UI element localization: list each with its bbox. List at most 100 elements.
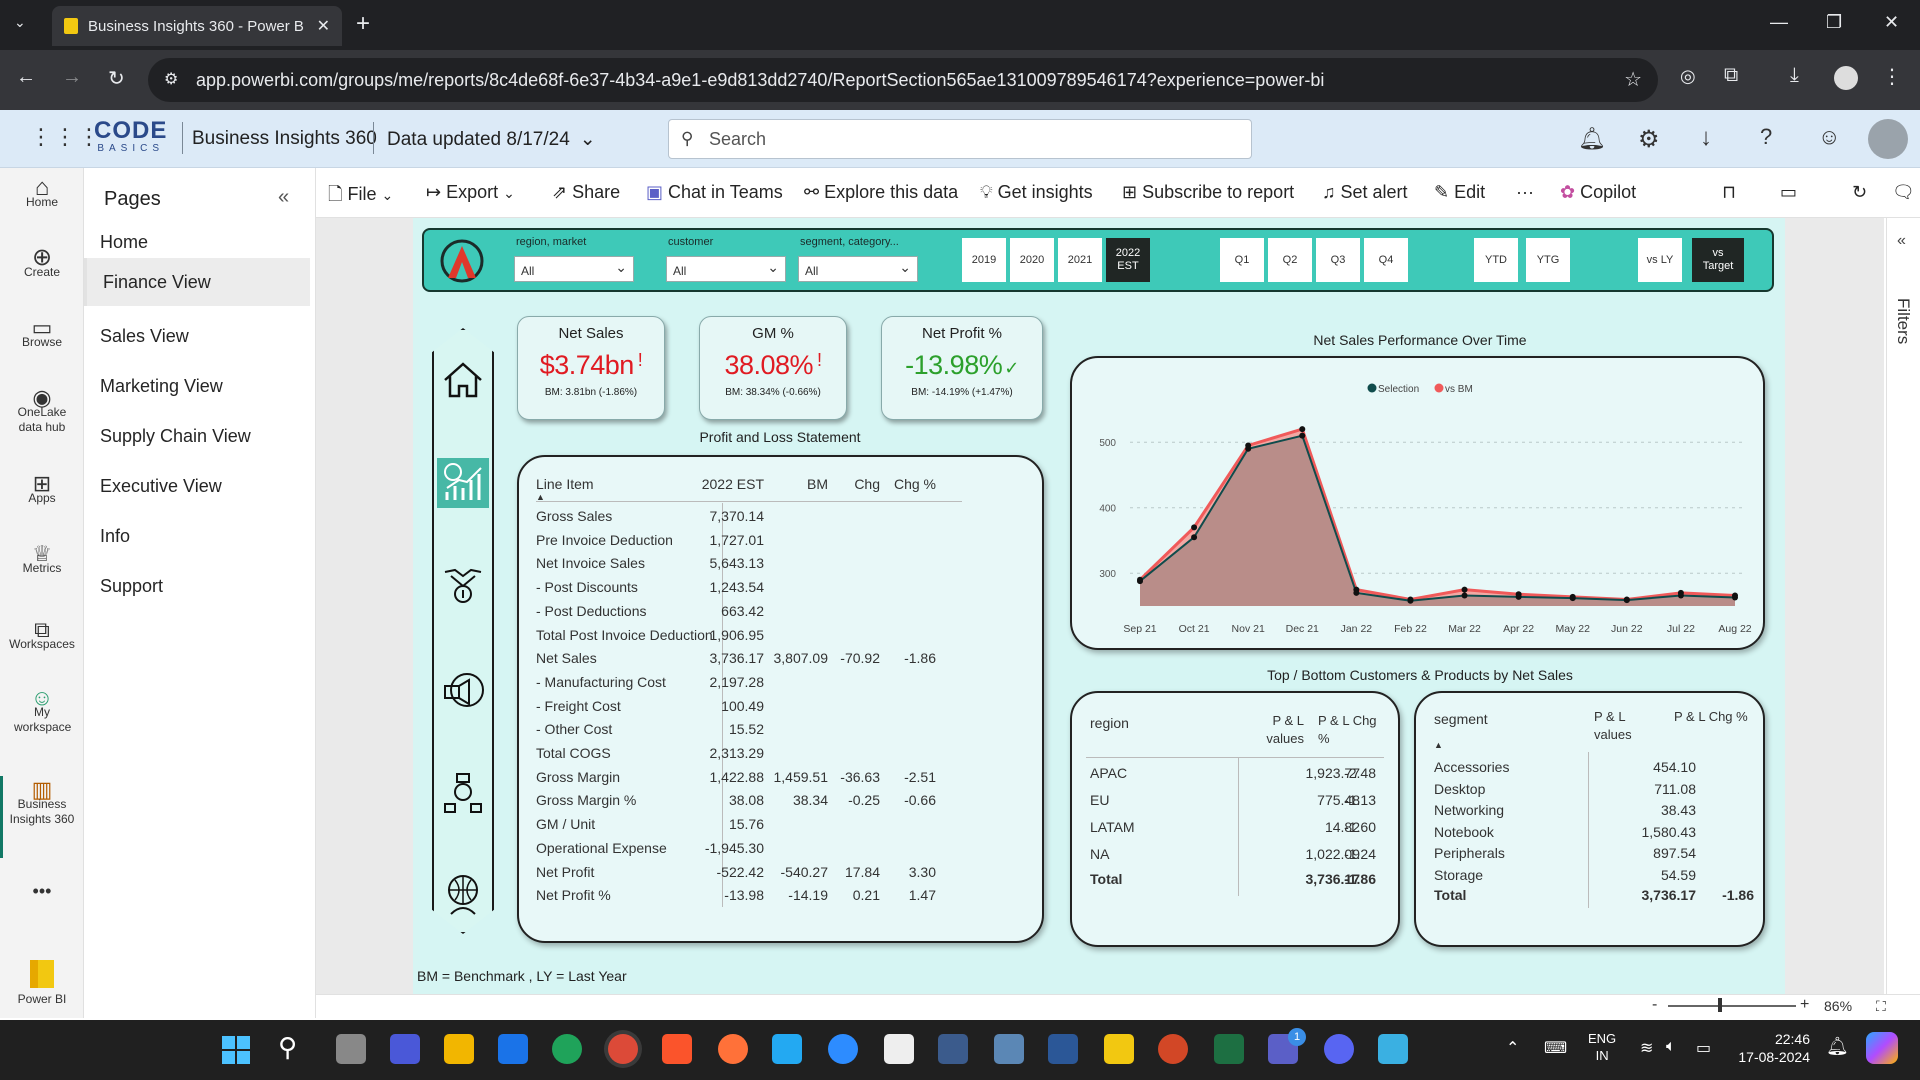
filter-segment-dropdown[interactable]: All ⌄ [798,256,918,282]
page-support[interactable]: Support [84,562,310,610]
rail-more[interactable]: ••• [0,882,84,900]
address-bar[interactable]: ⚙ app.powerbi.com/groups/me/reports/8c4d… [148,58,1658,102]
site-settings-icon[interactable]: ⚙ [164,69,178,89]
chart-point[interactable] [1191,534,1198,541]
year-2019-button[interactable]: 2019 [962,238,1006,282]
quarter-q4-button[interactable]: Q4 [1364,238,1408,282]
chart-point[interactable] [1299,432,1306,439]
nav-finance-icon[interactable] [437,458,489,508]
nav-sales-icon[interactable] [441,562,485,606]
chart-point[interactable] [1407,597,1414,604]
battery-icon[interactable]: ▭ [1696,1038,1711,1058]
wifi-icon[interactable]: ≋ [1640,1038,1653,1058]
nav-marketing-icon[interactable] [441,668,485,712]
search-input[interactable]: ⚲ Search [668,119,1252,159]
rail-browse[interactable]: ▭ Browse [0,317,84,350]
minimize-icon[interactable]: — [1770,12,1788,33]
postgres-icon[interactable] [994,1034,1024,1064]
nav-home-icon[interactable] [441,358,485,402]
chart-point[interactable] [1461,586,1468,593]
chart-point[interactable] [1569,595,1576,602]
show-hidden-icons[interactable]: ⌃ [1506,1038,1519,1058]
zoom-in-icon[interactable]: + [1800,996,1809,1014]
legend-label[interactable]: Selection [1378,384,1419,395]
export-menu[interactable]: ↦ Export ⌄ [426,182,515,203]
filters-pane-collapsed[interactable]: « Filters [1886,218,1920,1018]
region-header[interactable]: P & L Chg % [1318,712,1378,748]
keyboard-icon[interactable]: ⌨ [1544,1038,1567,1058]
ytg-button[interactable]: YTG [1526,238,1570,282]
notion-icon[interactable] [884,1034,914,1064]
edge-icon[interactable] [552,1034,582,1064]
rail-metrics[interactable]: ♕ Metrics [0,543,84,576]
zoom-icon[interactable] [828,1034,858,1064]
chart-point[interactable] [1677,592,1684,599]
page-sales-view[interactable]: Sales View [84,312,310,360]
page-supply-chain-view[interactable]: Supply Chain View [84,412,310,460]
vscode-icon[interactable] [772,1034,802,1064]
rail-apps[interactable]: ⊞ Apps [0,473,84,506]
powerpoint-icon[interactable] [1158,1034,1188,1064]
zoom-slider[interactable] [1668,1005,1796,1007]
subscribe-button[interactable]: ⊞ Subscribe to report [1122,182,1294,203]
segment-header[interactable]: P & L Chg % [1674,708,1754,726]
powerbi-taskbar-icon[interactable] [1104,1034,1134,1064]
file-menu[interactable]: 🗋︎ File ⌄ [328,182,393,212]
chrome-icon[interactable] [608,1034,638,1064]
copilot-taskbar-icon[interactable] [1866,1032,1898,1064]
fit-to-page-icon[interactable]: ⛶ [1876,998,1886,1015]
clock[interactable]: 22:46 17-08-2024 [1738,1030,1810,1066]
chart-point[interactable] [1299,426,1306,433]
feedback-icon[interactable]: ☺ [1818,124,1840,150]
rail-workspaces[interactable]: ⧉ Workspaces [0,619,84,652]
mail-icon[interactable] [498,1034,528,1064]
volume-icon[interactable]: 🔈︎ [1666,1038,1676,1056]
app-icon[interactable] [390,1034,420,1064]
nav-executive-icon[interactable] [441,872,485,916]
zoom-out-icon[interactable]: - [1652,996,1657,1014]
pl-header[interactable]: 2022 EST [702,476,764,492]
discord-icon[interactable] [1324,1034,1354,1064]
pl-header[interactable]: BM [807,476,828,492]
year-2021-button[interactable]: 2021 [1058,238,1102,282]
pl-header[interactable]: Chg [854,476,880,492]
chart-point[interactable] [1732,594,1738,601]
notification-center-icon[interactable]: 🔔︎ [1826,1036,1849,1057]
back-icon[interactable]: ← [16,66,36,89]
quarter-q3-button[interactable]: Q3 [1316,238,1360,282]
firefox-icon[interactable] [718,1034,748,1064]
restore-icon[interactable]: ❐ [1826,12,1842,33]
language-indicator[interactable]: ENG IN [1588,1030,1616,1064]
page-finance-view[interactable]: Finance View [84,258,310,306]
refresh-icon[interactable]: ↻ [1852,182,1867,203]
extensions-icon[interactable]: ⧉ [1724,64,1738,87]
set-alert-button[interactable]: ♫ Set alert [1322,182,1408,203]
vs-target-button[interactable]: vs Target [1692,238,1744,282]
page-executive-view[interactable]: Executive View [84,462,310,510]
segment-header[interactable]: P & L values [1594,708,1654,744]
task-view-icon[interactable] [336,1034,366,1064]
rail-home[interactable]: ⌂ Home [0,176,84,210]
bookmark-icon[interactable]: ⊓ [1722,182,1736,203]
chat-in-teams-button[interactable]: ▣ Chat in Teams [646,182,783,203]
year-2020-button[interactable]: 2020 [1010,238,1054,282]
workspace-title[interactable]: Business Insights 360 [192,128,377,150]
chart-point[interactable] [1245,445,1252,452]
downloads-icon[interactable]: ⤓ [1790,64,1799,87]
region-header[interactable]: P & L values [1244,712,1304,748]
app-icon[interactable] [938,1034,968,1064]
browser-menu-icon[interactable]: ⋮ [1882,64,1902,89]
chart-point[interactable] [1353,589,1360,596]
pl-header[interactable]: Line Item [536,476,594,492]
legend-label[interactable]: vs BM [1445,384,1473,395]
chart-point[interactable] [1515,593,1522,600]
more-options-button[interactable]: ··· [1516,182,1534,203]
segment-header[interactable]: segment [1434,711,1488,727]
rail-my-workspace[interactable]: ☺ My workspace [0,687,84,735]
copilot-button[interactable]: ✿ Copilot [1560,182,1636,203]
file-explorer-icon[interactable] [444,1034,474,1064]
rail-business-insights[interactable]: ▥ Business Insights 360 [0,779,84,827]
vs-ly-button[interactable]: vs LY [1638,238,1682,282]
tab-search-icon[interactable]: ⌄ [14,14,26,31]
bookmark-star-icon[interactable]: ☆ [1624,67,1642,92]
